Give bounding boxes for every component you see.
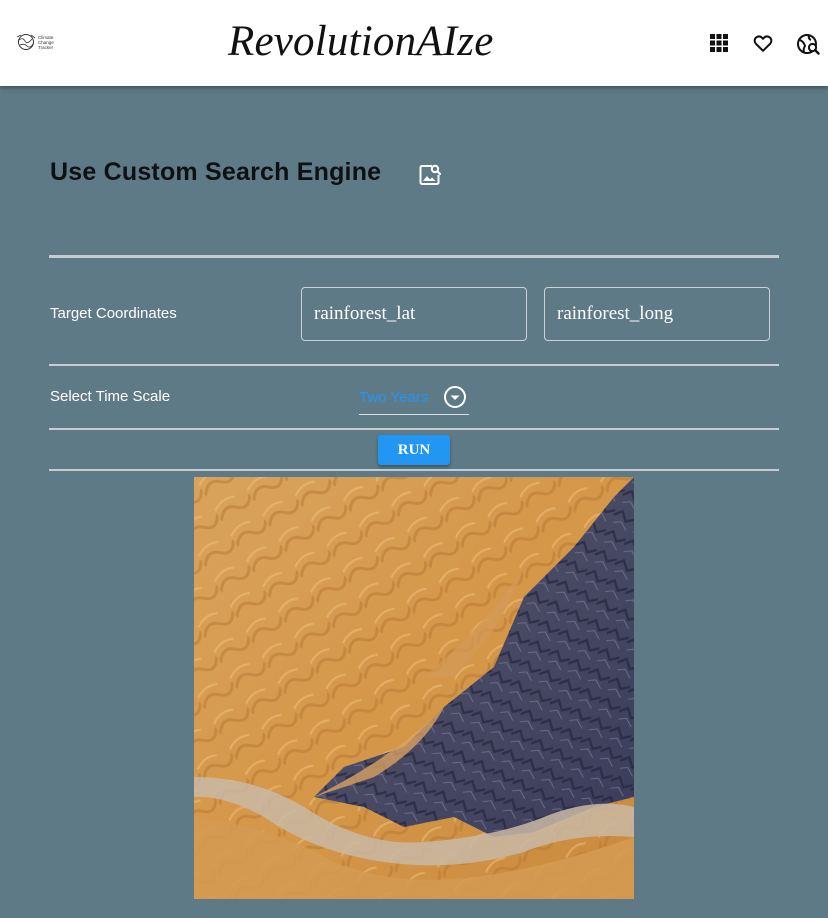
time-scale-label: Select Time Scale <box>50 388 171 405</box>
heart-outline-icon[interactable] <box>752 32 774 54</box>
target-coordinates-label: Target Coordinates <box>50 305 177 322</box>
run-button[interactable]: RUN <box>378 435 450 465</box>
image-search-icon[interactable] <box>418 163 442 187</box>
time-scale-selected-value: Two Years <box>359 389 429 406</box>
logo[interactable]: Climate Change Tracker <box>16 32 58 52</box>
longitude-input[interactable] <box>544 287 770 341</box>
page-title: Use Custom Search Engine <box>50 158 382 186</box>
time-scale-select[interactable]: Two Years <box>359 383 469 415</box>
row-divider <box>49 469 779 471</box>
latitude-input[interactable] <box>301 287 527 341</box>
globe-logo-icon <box>16 34 36 50</box>
chevron-down-circle-icon <box>444 386 466 408</box>
globe-search-icon[interactable] <box>796 32 820 56</box>
apps-grid-icon[interactable] <box>708 32 730 54</box>
top-app-bar: Climate Change Tracker RevolutionAIze <box>0 0 828 86</box>
row-divider <box>49 428 779 430</box>
section-divider <box>49 255 779 258</box>
logo-text: Climate Change Tracker <box>38 34 54 50</box>
satellite-desert-image <box>194 477 634 899</box>
app-title: RevolutionAIze <box>228 18 494 65</box>
row-divider <box>49 364 779 366</box>
